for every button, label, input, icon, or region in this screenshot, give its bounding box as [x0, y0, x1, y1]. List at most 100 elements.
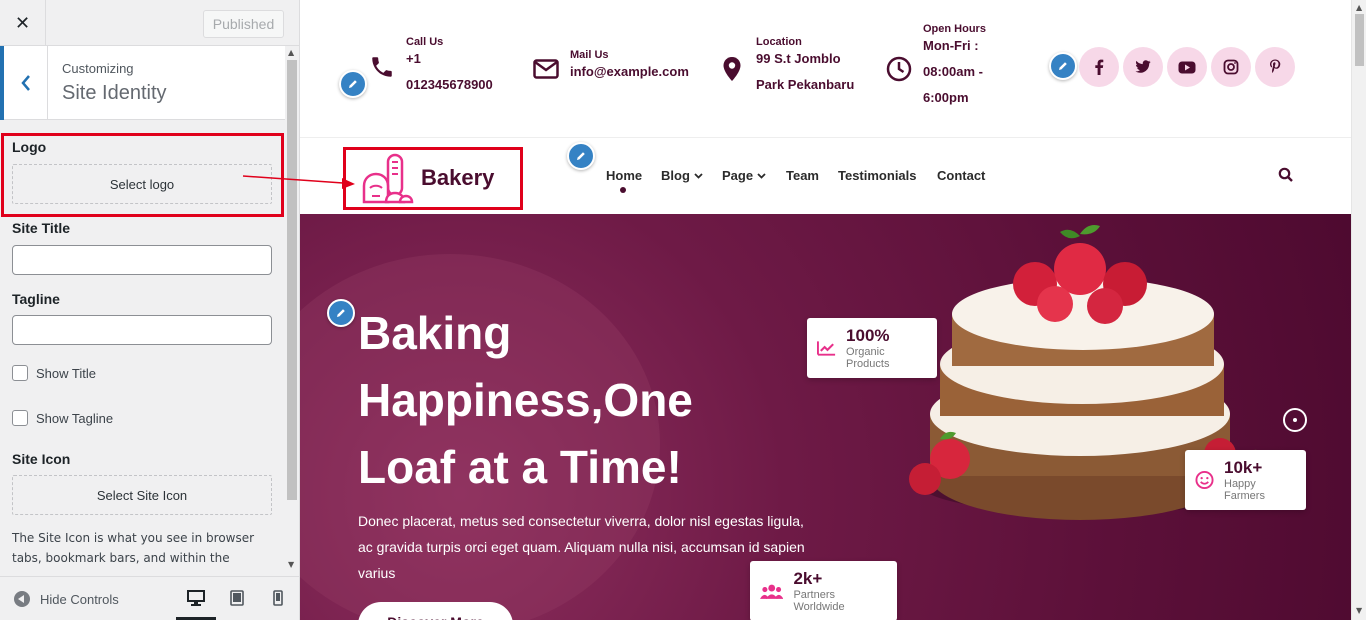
contact-location: Location 99 S.t Jomblo Park Pekanbaru — [718, 36, 854, 100]
section-header: Customizing Site Identity — [0, 46, 285, 120]
contact-hours: Open Hours Mon-Fri : 08:00am - 6:00pm — [885, 23, 986, 109]
search-icon[interactable] — [1278, 167, 1294, 183]
chevron-down-icon — [757, 172, 766, 179]
site-icon-description: The Site Icon is what you see in browser… — [12, 531, 255, 565]
tagline-label: Tagline — [12, 291, 60, 307]
youtube-icon[interactable] — [1167, 47, 1207, 87]
edit-pencil-icon[interactable] — [339, 70, 367, 98]
customizer-header: ✕ Published — [0, 0, 299, 46]
collapse-arrow-icon — [14, 591, 30, 607]
mail-icon — [532, 49, 560, 79]
hero-section: Baking Happiness,One Loaf at a Time! Don… — [300, 214, 1351, 620]
publish-button[interactable]: Published — [203, 10, 284, 38]
show-title-option[interactable]: Show Title — [12, 365, 96, 381]
preview-scrollbar[interactable]: ▲ ▼ — [1351, 0, 1366, 620]
location-pin-icon — [718, 36, 746, 81]
hero-title: Baking Happiness,One Loaf at a Time! — [358, 307, 693, 493]
edit-pencil-icon[interactable] — [1049, 52, 1077, 80]
nav-page[interactable]: Page — [722, 168, 766, 183]
stat-number: 10k+ — [1224, 458, 1263, 477]
scroll-thumb[interactable] — [1355, 14, 1364, 66]
nav-contact[interactable]: Contact — [937, 168, 985, 183]
pinterest-icon[interactable] — [1255, 47, 1295, 87]
edit-pencil-icon[interactable] — [327, 299, 355, 327]
nav-team[interactable]: Team — [786, 168, 819, 183]
active-nav-indicator — [620, 187, 626, 193]
scroll-up-arrow-icon[interactable]: ▲ — [1356, 3, 1362, 12]
site-logo-text[interactable]: Bakery — [421, 165, 494, 191]
site-title-input[interactable] — [12, 245, 272, 275]
nav-label: Contact — [937, 168, 986, 183]
stat-number: 100% — [846, 326, 890, 345]
customizer-footer: Hide Controls — [0, 576, 299, 620]
bread-logo-icon — [362, 153, 414, 204]
tablet-preview-icon[interactable] — [226, 587, 248, 609]
hide-controls-label: Hide Controls — [40, 591, 119, 607]
nav-testimonials[interactable]: Testimonials — [838, 168, 917, 183]
trend-icon — [817, 341, 836, 356]
main-navbar: Bakery Home Blog Page Team Testimonials … — [300, 138, 1351, 214]
site-title-label: Site Title — [12, 220, 71, 236]
customizer-sidebar: ✕ Published Customizing Site Identity Lo… — [0, 0, 300, 620]
tagline-input[interactable] — [12, 315, 272, 345]
discover-more-button[interactable]: Discover More — [358, 602, 513, 620]
mobile-preview-icon[interactable] — [267, 587, 289, 609]
contact-value: info@example.com — [570, 64, 689, 79]
facebook-icon[interactable] — [1079, 47, 1119, 87]
contact-value: 012345678900 — [406, 77, 493, 92]
site-preview: Call Us +1 012345678900 Mail Us info@exa… — [300, 0, 1351, 620]
show-title-label: Show Title — [36, 365, 96, 381]
annotation-box-logo-control — [1, 133, 284, 217]
nav-label: Blog — [661, 168, 690, 183]
contact-label: Open Hours — [923, 23, 986, 35]
contact-label: Mail Us — [570, 49, 609, 61]
contact-topbar: Call Us +1 012345678900 Mail Us info@exa… — [300, 0, 1351, 138]
twitter-icon[interactable] — [1123, 47, 1163, 87]
scroll-down-arrow-icon[interactable]: ▼ — [1356, 606, 1362, 615]
stat-caption: Organic Products — [846, 346, 890, 370]
close-icon[interactable]: ✕ — [0, 0, 46, 46]
edit-pencil-icon[interactable] — [567, 142, 595, 170]
nav-blog[interactable]: Blog — [661, 168, 703, 183]
contact-mail: Mail Us info@example.com — [532, 49, 689, 83]
chevron-left-icon — [20, 75, 30, 91]
target-circle-icon[interactable] — [1283, 408, 1307, 432]
contact-value: Park Pekanbaru — [756, 77, 855, 92]
site-logo[interactable]: Bakery — [343, 147, 523, 210]
contact-value: 08:00am - — [923, 64, 983, 79]
nav-home[interactable]: Home — [606, 168, 642, 183]
stat-caption: Partners Worldwide — [793, 589, 845, 613]
contact-value: 99 S.t Jomblo — [756, 51, 841, 66]
desktop-preview-icon[interactable] — [185, 587, 207, 609]
stat-card-partners: 2k+ Partners Worldwide — [750, 561, 897, 620]
show-tagline-checkbox[interactable] — [12, 410, 28, 426]
nav-label: Testimonials — [838, 168, 917, 183]
back-button[interactable] — [0, 46, 48, 120]
contact-call: Call Us +1 012345678900 — [368, 36, 493, 100]
hero-description: Donec placerat, metus sed consectetur vi… — [358, 513, 805, 581]
instagram-icon[interactable] — [1211, 47, 1251, 87]
users-icon — [760, 584, 784, 599]
select-site-icon-button[interactable]: Select Site Icon — [12, 475, 272, 515]
contact-label: Location — [756, 36, 802, 48]
show-tagline-option[interactable]: Show Tagline — [12, 410, 113, 426]
show-title-checkbox[interactable] — [12, 365, 28, 381]
section-title: Site Identity — [62, 82, 167, 104]
scroll-thumb[interactable] — [287, 60, 297, 500]
nav-label: Home — [606, 168, 643, 183]
scroll-down-arrow-icon[interactable]: ▼ — [288, 560, 294, 569]
stat-caption: Happy Farmers — [1224, 478, 1265, 502]
contact-value: 6:00pm — [923, 90, 969, 105]
nav-label: Team — [786, 168, 819, 183]
breadcrumb: Customizing — [62, 61, 134, 76]
chevron-down-icon — [694, 172, 703, 179]
stat-card-organic: 100% Organic Products — [807, 318, 937, 378]
smile-icon — [1195, 470, 1214, 490]
stat-number: 2k+ — [793, 569, 823, 588]
stat-card-farmers: 10k+ Happy Farmers — [1185, 450, 1306, 510]
hide-controls-button[interactable]: Hide Controls — [14, 591, 119, 607]
sidebar-scrollbar[interactable]: ▲ ▼ — [285, 46, 299, 576]
scroll-up-arrow-icon[interactable]: ▲ — [288, 48, 294, 57]
site-icon-label: Site Icon — [12, 451, 71, 467]
clock-icon — [885, 23, 913, 82]
